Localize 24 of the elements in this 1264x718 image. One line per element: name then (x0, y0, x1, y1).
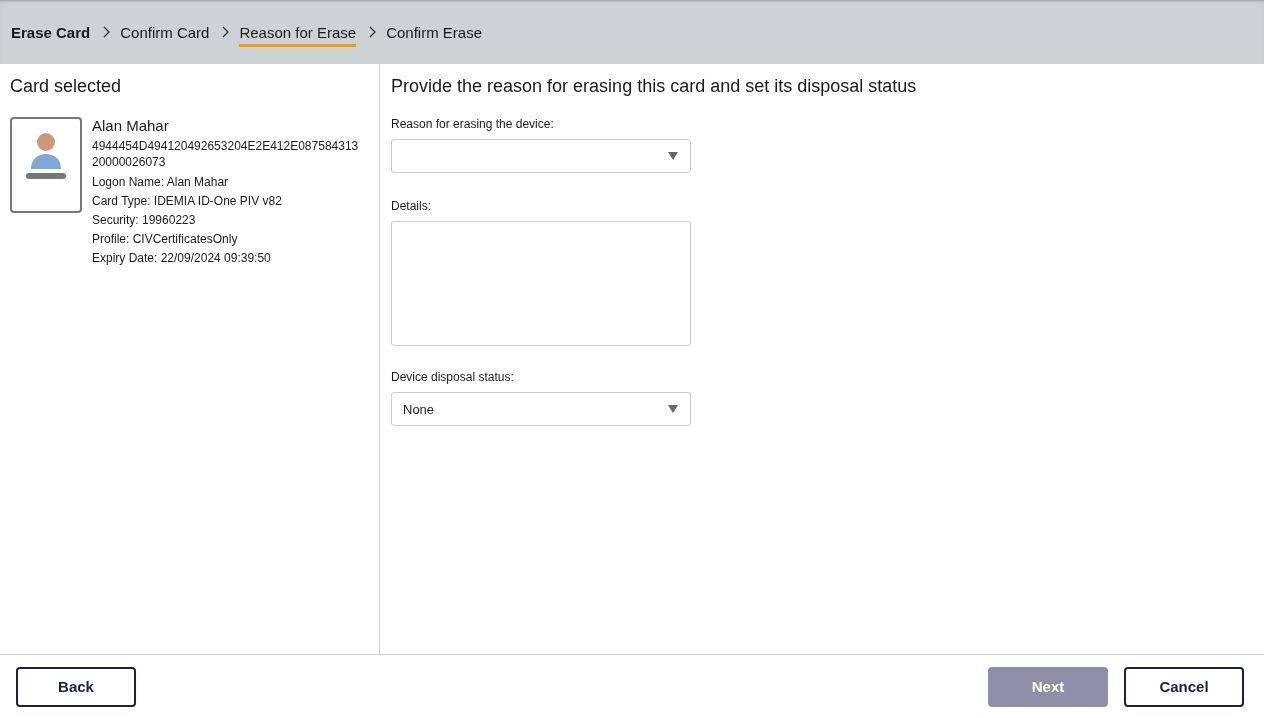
card-detail: Profile: CIVCertificatesOnly (92, 232, 239, 246)
card-holder-name: Alan Mahar (92, 117, 170, 134)
dropdown[interactable] (391, 139, 691, 173)
card-id: 4944454D494120492653204E2E412E08758431320000026073 (92, 138, 360, 170)
field-label: Details: (391, 199, 432, 213)
caret-icon (668, 405, 678, 413)
panel-title: Card selected (10, 76, 123, 97)
card-detail: Card Type: IDEMIA ID-One PIV v82 (92, 194, 283, 208)
caret-icon (668, 152, 678, 160)
dropdown[interactable]: None (391, 392, 691, 426)
field-label: Reason for erasing the device: (391, 117, 555, 131)
card-detail: Logon Name: Alan Mahar (92, 175, 230, 189)
breadcrumb-step[interactable]: Confirm Erase (386, 20, 482, 47)
breadcrumb-step[interactable]: Erase Card (11, 20, 91, 47)
field-label: Device disposal status: (391, 370, 515, 384)
card-detail: Expiry Date: 22/09/2024 09:39:50 (92, 251, 272, 265)
form-title: Provide the reason for erasing this card and set its disposal status (391, 76, 918, 97)
details-field[interactable] (391, 221, 691, 346)
card-detail: Security: 19960223 (92, 213, 197, 227)
name-bar (26, 173, 66, 179)
action-button[interactable]: Cancel (1124, 666, 1244, 707)
action-button[interactable]: Back (16, 666, 136, 707)
breadcrumb-step[interactable]: Confirm Card (120, 20, 210, 47)
breadcrumb-step[interactable]: Reason for Erase (239, 20, 357, 47)
